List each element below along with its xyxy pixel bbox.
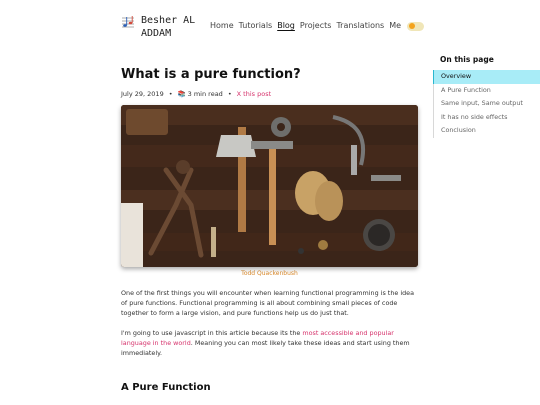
meta-separator: • xyxy=(227,90,232,98)
book-icon: 📚 xyxy=(177,90,186,98)
toc-item-side-effects[interactable]: It has no side effects xyxy=(433,110,540,124)
post-date: July 29, 2019 xyxy=(121,90,164,98)
toc-list: Overview A Pure Function Same input, Sam… xyxy=(433,70,540,138)
read-time: 3 min read xyxy=(187,90,223,98)
toc-item-conclusion[interactable]: Conclusion xyxy=(433,124,540,138)
section-heading: A Pure Function xyxy=(121,382,211,393)
article: What is a pure function? July 29, 2019 •… xyxy=(121,67,421,393)
nav-me[interactable]: Me xyxy=(389,21,401,31)
nav-blog[interactable]: Blog xyxy=(277,21,295,31)
toc-item-overview[interactable]: Overview xyxy=(433,70,540,84)
nav-tutorials[interactable]: Tutorials xyxy=(239,21,273,31)
nav-translations[interactable]: Translations xyxy=(336,21,384,31)
site-header: Besher AL ADDAM Home Tutorials Blog Proj… xyxy=(121,12,425,42)
post-meta: July 29, 2019 • 📚 3 min read • X this po… xyxy=(121,90,421,98)
nav-home[interactable]: Home xyxy=(210,21,234,31)
toc-title: On this page xyxy=(440,55,494,64)
sun-toggle-icon xyxy=(409,23,416,29)
paragraph-javascript: I'm going to use javascript in this arti… xyxy=(121,328,419,358)
toc-item-same-input[interactable]: Same input, Same output xyxy=(433,97,540,111)
nav-projects[interactable]: Projects xyxy=(300,21,332,31)
meta-separator: • xyxy=(168,90,173,98)
paragraph-intro: One of the first things you will encount… xyxy=(121,289,415,317)
hero-image xyxy=(121,105,418,267)
main-nav: Home Tutorials Blog Projects Translation… xyxy=(210,21,425,31)
music-notes-icon xyxy=(121,15,135,29)
toc-item-pure-function[interactable]: A Pure Function xyxy=(433,83,540,97)
table-of-contents: On this page Overview A Pure Function Sa… xyxy=(433,55,540,138)
post-title: What is a pure function? xyxy=(121,67,301,82)
share-link[interactable]: X this post xyxy=(237,90,271,98)
image-credit[interactable]: Todd Quackenbush xyxy=(121,270,418,277)
site-logo[interactable]: Besher AL ADDAM xyxy=(121,14,211,40)
site-title: Besher AL ADDAM xyxy=(141,15,196,39)
theme-toggle[interactable] xyxy=(407,21,425,31)
paragraph-text: I'm going to use javascript in this arti… xyxy=(121,329,303,337)
